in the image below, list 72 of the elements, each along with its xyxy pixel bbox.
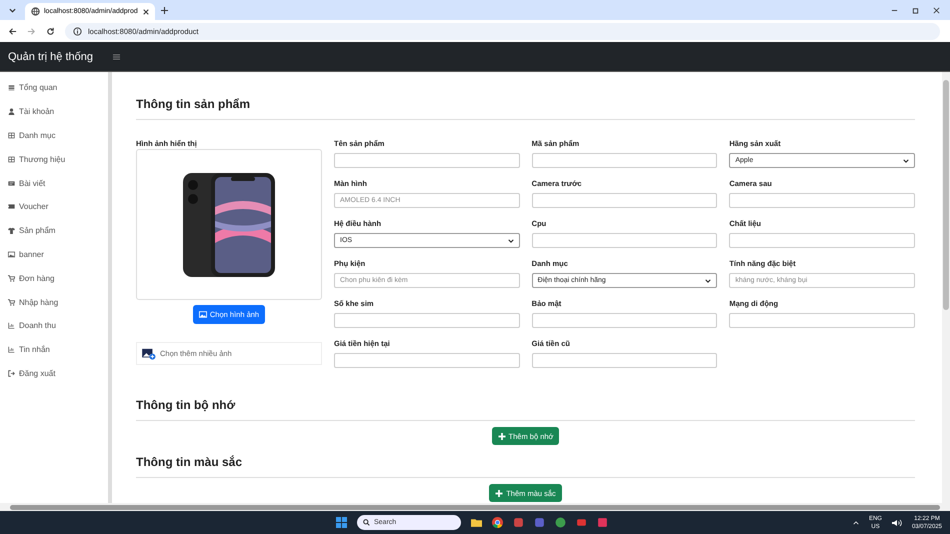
input-field[interactable] — [729, 193, 915, 208]
cart-icon — [8, 274, 15, 282]
user-icon — [8, 108, 15, 116]
folder-icon[interactable] — [471, 517, 482, 528]
vertical-scrollbar[interactable] — [942, 72, 950, 503]
card-icon — [8, 180, 15, 187]
add-images-icon — [142, 348, 156, 360]
shirt-icon — [8, 227, 15, 234]
input-field[interactable] — [729, 233, 915, 248]
input-field[interactable] — [334, 353, 520, 368]
menu-icon[interactable] — [113, 54, 120, 60]
section-title: Thông tin bộ nhớ — [136, 398, 915, 421]
chevron-down-icon — [705, 278, 712, 282]
chevron-down-icon[interactable] — [9, 8, 16, 12]
sidebar-item[interactable]: banner — [0, 242, 108, 266]
database-icon — [8, 84, 15, 92]
app-icon[interactable] — [576, 517, 587, 528]
input-field[interactable] — [532, 153, 718, 168]
reload-icon[interactable] — [46, 26, 55, 36]
search-icon — [363, 519, 370, 526]
back-arrow-icon[interactable] — [8, 26, 17, 36]
image-icon — [198, 311, 207, 318]
table-icon — [8, 132, 15, 139]
chevron-up-icon[interactable] — [852, 520, 859, 524]
sidebar-item[interactable]: Tổng quan — [0, 76, 108, 100]
sidebar-item[interactable]: Voucher — [0, 194, 108, 219]
plus-icon — [495, 490, 504, 496]
input-field[interactable] — [729, 313, 915, 328]
chevron-down-icon — [508, 238, 514, 242]
sidebar-item[interactable]: Đơn hàng — [0, 266, 108, 290]
app-icon[interactable] — [534, 517, 545, 528]
app-icon[interactable] — [555, 517, 566, 528]
section-title: Thông tin sản phẩm — [136, 72, 915, 120]
input-field[interactable] — [532, 193, 718, 208]
sidebar-item[interactable]: Doanh thu — [0, 314, 108, 338]
input-field[interactable] — [532, 353, 718, 368]
ticket-icon — [8, 203, 15, 210]
sidebar-item[interactable]: Danh mục — [0, 124, 108, 148]
chart-icon — [8, 346, 15, 354]
forward-arrow-icon[interactable] — [27, 26, 36, 36]
sidebar-item[interactable]: Đăng xuất — [0, 362, 108, 386]
sidebar-item[interactable]: Sản phẩm — [0, 218, 108, 243]
input-field[interactable] — [334, 153, 520, 168]
image-icon — [8, 250, 15, 258]
sidebar-item[interactable]: Nhập hàng — [0, 290, 108, 314]
section-title: Thông tin màu sắc — [136, 455, 915, 478]
browser-icon[interactable] — [492, 517, 503, 528]
globe-icon — [31, 7, 40, 16]
speaker-icon[interactable] — [892, 518, 902, 526]
start-icon[interactable] — [336, 517, 347, 528]
table-icon — [8, 156, 15, 163]
new-tab-icon[interactable] — [161, 6, 168, 14]
plus-icon — [498, 432, 506, 440]
info-icon — [73, 26, 82, 36]
input-field[interactable] — [334, 313, 520, 328]
close-icon[interactable] — [143, 8, 149, 14]
input-field[interactable] — [532, 313, 718, 328]
sidebar-item[interactable]: Bài viết — [0, 171, 108, 195]
chart-icon — [8, 322, 15, 330]
horizontal-scrollbar[interactable] — [0, 503, 950, 511]
restore-icon[interactable] — [912, 6, 919, 14]
close-icon[interactable] — [933, 6, 940, 14]
input-field[interactable] — [532, 233, 718, 248]
cart-icon — [8, 298, 15, 306]
sidebar-item[interactable]: Thương hiệu — [0, 147, 108, 172]
app-icon[interactable] — [597, 517, 608, 528]
sidebar-item[interactable]: Tài khoản — [0, 100, 108, 124]
chevron-down-icon — [903, 158, 909, 162]
app-icon[interactable] — [513, 517, 524, 528]
app-title: Quản trị hệ thống — [7, 50, 94, 62]
sidebar-item[interactable]: Tin nhắn — [0, 338, 108, 362]
logout-icon — [8, 370, 15, 377]
